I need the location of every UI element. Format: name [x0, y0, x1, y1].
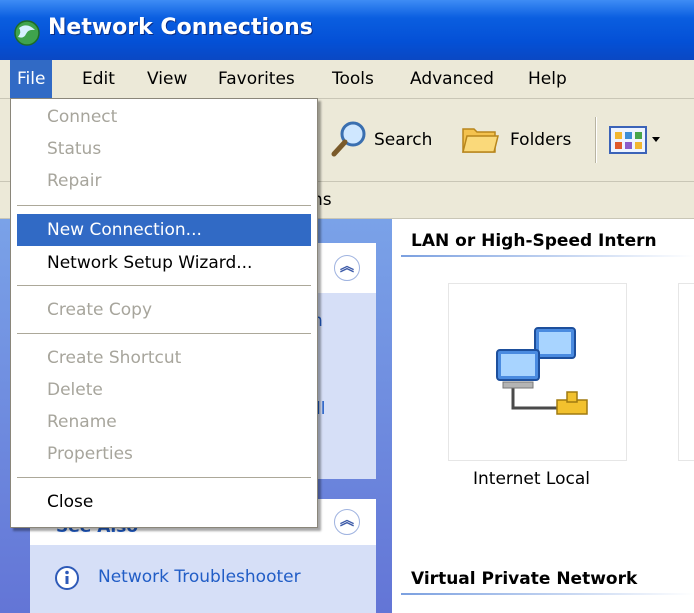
views-button[interactable]: [608, 121, 668, 159]
menu-separator: [17, 333, 311, 335]
menu-item-create-copy[interactable]: Create Copy: [17, 294, 311, 326]
menu-item-repair[interactable]: Repair: [17, 165, 311, 197]
views-icon: [609, 126, 660, 154]
search-icon: [331, 121, 366, 157]
lan-connection-icon: [496, 327, 588, 415]
menu-tools[interactable]: Tools: [332, 60, 374, 98]
group-divider: [401, 255, 694, 257]
network-connections-icon: [14, 20, 40, 46]
menu-item-network-setup-wizard[interactable]: Network Setup Wizard...: [17, 247, 311, 279]
connection-tile-partial[interactable]: [678, 283, 694, 461]
menu-separator: [17, 477, 311, 479]
menu-separator: [17, 285, 311, 287]
title-bar: Network Connections: [0, 0, 694, 60]
menu-bar: File Edit View Favorites Tools Advanced …: [0, 60, 694, 99]
menu-item-status[interactable]: Status: [17, 133, 311, 165]
menu-advanced[interactable]: Advanced: [410, 60, 494, 98]
menu-favorites[interactable]: Favorites: [218, 60, 295, 98]
menu-item-new-connection[interactable]: New Connection...: [17, 214, 311, 246]
see-also-panel: Network Troubleshooter: [30, 545, 376, 613]
connection-tile[interactable]: [448, 283, 627, 461]
content-pane: LAN or High-Speed Intern Internet Local …: [393, 219, 694, 613]
window-title: Network Connections: [48, 15, 313, 40]
group-divider: [401, 593, 694, 595]
collapse-chevron-icon[interactable]: ︽: [334, 509, 360, 535]
menu-separator: [17, 205, 311, 207]
connection-name[interactable]: Internet Local: [473, 469, 590, 489]
group-header-vpn: Virtual Private Network: [411, 569, 638, 589]
menu-item-close[interactable]: Close: [17, 486, 311, 518]
folders-label: Folders: [510, 130, 572, 150]
info-icon: [55, 566, 79, 590]
group-header-lan: LAN or High-Speed Intern: [411, 231, 657, 251]
menu-item-connect[interactable]: Connect: [17, 101, 311, 133]
file-menu-dropdown: Connect Status Repair New Connection... …: [10, 98, 318, 528]
menu-file[interactable]: File: [10, 60, 53, 98]
network-troubleshooter-link[interactable]: Network Troubleshooter: [98, 567, 301, 587]
menu-view[interactable]: View: [147, 60, 187, 98]
folder-icon: [462, 128, 499, 153]
menu-item-properties[interactable]: Properties: [17, 438, 311, 470]
toolbar-separator: [595, 117, 597, 163]
menu-edit[interactable]: Edit: [82, 60, 115, 98]
menu-help[interactable]: Help: [528, 60, 567, 98]
collapse-chevron-icon[interactable]: ︽: [334, 255, 360, 281]
menu-item-create-shortcut[interactable]: Create Shortcut: [17, 342, 311, 374]
search-label: Search: [374, 130, 433, 150]
menu-item-rename[interactable]: Rename: [17, 406, 311, 438]
menu-item-delete[interactable]: Delete: [17, 374, 311, 406]
